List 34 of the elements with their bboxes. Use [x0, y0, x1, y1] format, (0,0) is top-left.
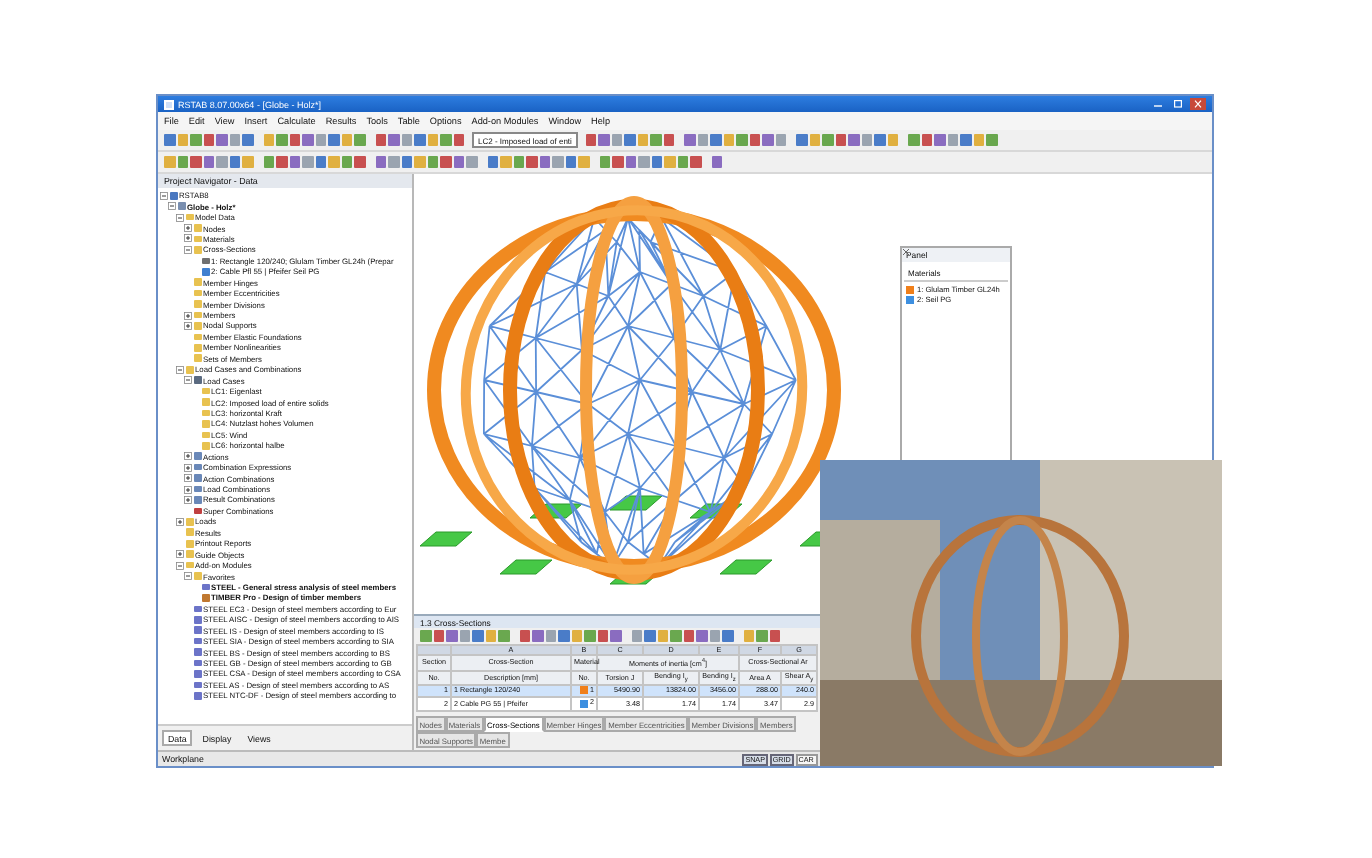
tree-node-icon: [193, 474, 201, 482]
tree-node-icon: [193, 692, 201, 700]
tree-node-icon: [193, 507, 201, 515]
tree-node-icon: [201, 583, 209, 591]
tree-node-icon: [201, 594, 209, 602]
expand-toggle-icon[interactable]: [184, 495, 192, 504]
expand-toggle-icon[interactable]: [184, 452, 192, 461]
tree-node-icon: [193, 496, 201, 504]
tree-node-icon: [193, 681, 201, 689]
collapse-toggle-icon[interactable]: [184, 572, 192, 581]
tree-node-icon: [193, 376, 201, 384]
collapse-toggle-icon[interactable]: [184, 245, 192, 254]
expand-toggle-icon[interactable]: [184, 224, 192, 233]
expand-toggle-icon[interactable]: [176, 550, 184, 559]
close-icon[interactable]: [902, 248, 910, 256]
collapse-toggle-icon[interactable]: [160, 191, 168, 200]
expand-toggle-icon[interactable]: [184, 311, 192, 320]
collapse-toggle-icon[interactable]: [176, 561, 184, 570]
collapse-toggle-icon[interactable]: [176, 213, 184, 222]
collapse-toggle-icon[interactable]: [176, 365, 184, 374]
expand-toggle-icon[interactable]: [176, 517, 184, 526]
close-icon[interactable]: [1190, 98, 1206, 110]
tree-node-icon: [193, 670, 201, 678]
tree-node-icon: [193, 485, 201, 493]
collapse-toggle-icon[interactable]: [184, 376, 192, 385]
expand-toggle-icon[interactable]: [184, 234, 192, 243]
expand-toggle-icon[interactable]: [184, 474, 192, 483]
expand-toggle-icon[interactable]: [184, 463, 192, 472]
expand-toggle-icon[interactable]: [184, 321, 192, 330]
collapse-toggle-icon[interactable]: [168, 202, 176, 211]
maximize-icon[interactable]: [1170, 98, 1186, 110]
tree-node-icon: [193, 648, 201, 656]
expand-toggle-icon[interactable]: [184, 485, 192, 494]
tree-node-icon: [193, 659, 201, 667]
